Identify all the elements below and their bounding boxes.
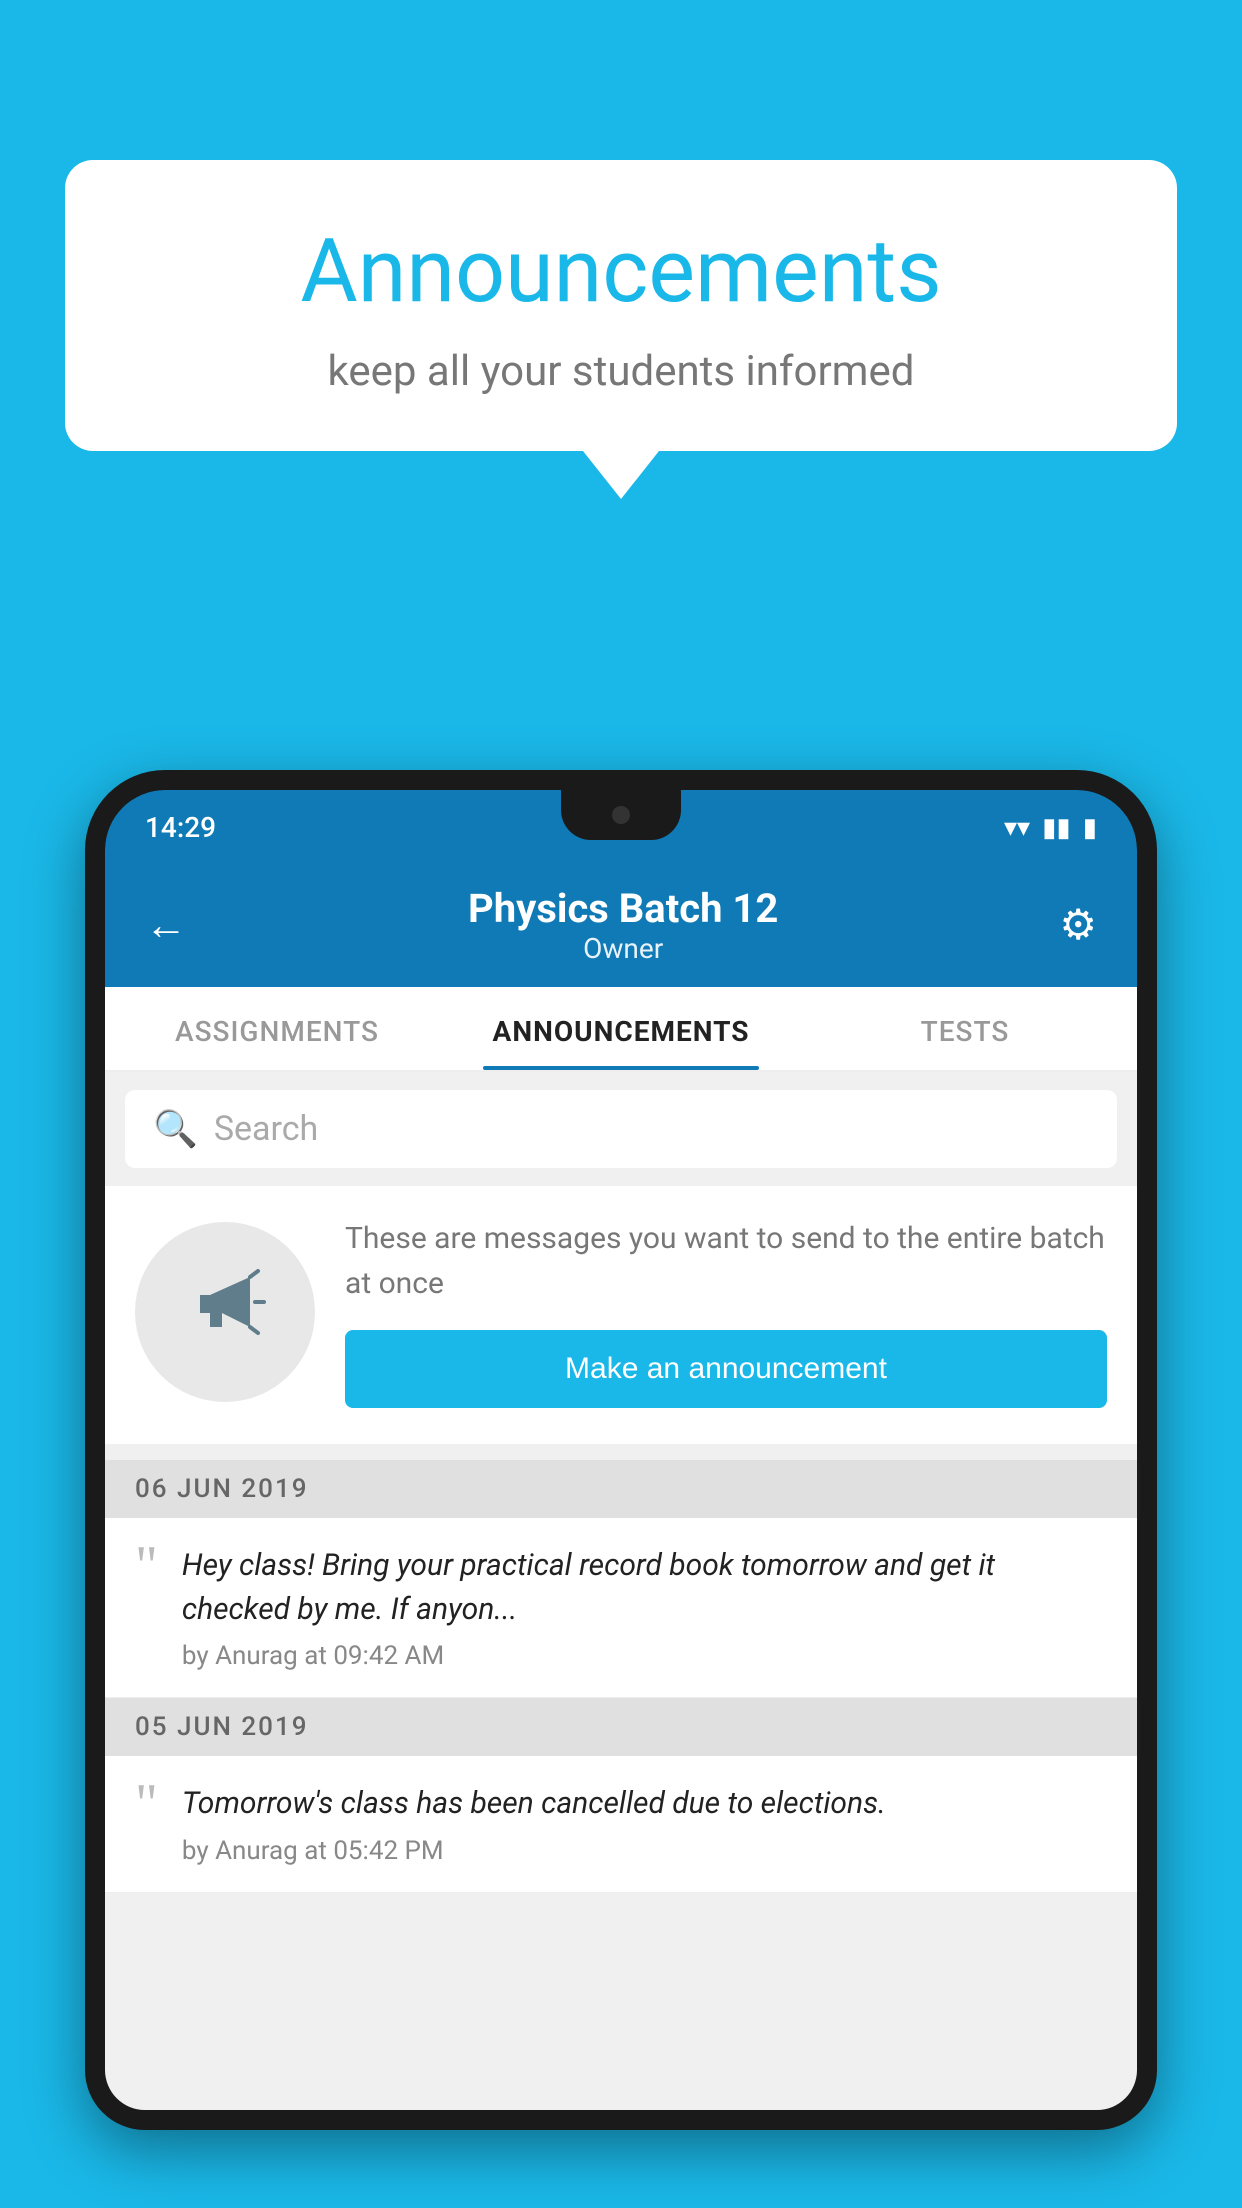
tab-assignments[interactable]: ASSIGNMENTS bbox=[105, 987, 449, 1070]
speech-bubble-arrow bbox=[583, 451, 659, 499]
status-bar: 14:29 ▾▾ ▮▮ ▮ bbox=[105, 790, 1137, 865]
back-button[interactable]: ← bbox=[145, 901, 187, 950]
speech-bubble-subtitle: keep all your students informed bbox=[145, 347, 1097, 396]
tab-tests[interactable]: TESTS bbox=[793, 987, 1137, 1070]
wifi-icon: ▾▾ bbox=[1004, 813, 1030, 843]
promo-right: These are messages you want to send to t… bbox=[345, 1216, 1107, 1408]
status-time: 14:29 bbox=[145, 811, 216, 844]
signal-icon: ▮▮ bbox=[1042, 813, 1071, 843]
screen-content: 🔍 Search bbox=[105, 1072, 1137, 2110]
phone-wrapper: 14:29 ▾▾ ▮▮ ▮ ← Physics Batch 12 Owner ⚙ bbox=[85, 770, 1157, 2208]
announcement-meta-1: by Anurag at 09:42 AM bbox=[182, 1641, 1107, 1671]
promo-card: These are messages you want to send to t… bbox=[105, 1186, 1137, 1444]
announcement-text-1: Hey class! Bring your practical record b… bbox=[182, 1544, 1107, 1631]
header-center: Physics Batch 12 Owner bbox=[468, 885, 778, 965]
announcement-content-1: Hey class! Bring your practical record b… bbox=[182, 1544, 1107, 1671]
announcement-meta-2: by Anurag at 05:42 PM bbox=[182, 1836, 886, 1866]
announcement-text-2: Tomorrow's class has been cancelled due … bbox=[182, 1782, 886, 1826]
megaphone-icon bbox=[180, 1257, 270, 1367]
speech-bubble-title: Announcements bbox=[145, 220, 1097, 323]
battery-icon: ▮ bbox=[1083, 813, 1097, 843]
make-announcement-button[interactable]: Make an announcement bbox=[345, 1330, 1107, 1408]
speech-bubble-container: Announcements keep all your students inf… bbox=[65, 160, 1177, 499]
search-bar[interactable]: 🔍 Search bbox=[125, 1090, 1117, 1168]
header-subtitle: Owner bbox=[468, 932, 778, 965]
announcement-item-1[interactable]: " Hey class! Bring your practical record… bbox=[105, 1518, 1137, 1698]
quote-icon-2: " bbox=[135, 1772, 158, 1836]
camera bbox=[612, 806, 630, 824]
quote-icon-1: " bbox=[135, 1534, 158, 1598]
date-separator-2: 05 JUN 2019 bbox=[105, 1698, 1137, 1756]
settings-icon[interactable]: ⚙ bbox=[1059, 900, 1097, 950]
search-icon: 🔍 bbox=[153, 1108, 198, 1150]
announcement-item-2[interactable]: " Tomorrow's class has been cancelled du… bbox=[105, 1756, 1137, 1893]
app-header: ← Physics Batch 12 Owner ⚙ bbox=[105, 865, 1137, 987]
tabs-bar: ASSIGNMENTS ANNOUNCEMENTS TESTS bbox=[105, 987, 1137, 1072]
phone-inner: 14:29 ▾▾ ▮▮ ▮ ← Physics Batch 12 Owner ⚙ bbox=[105, 790, 1137, 2110]
header-title: Physics Batch 12 bbox=[468, 885, 778, 932]
speech-bubble: Announcements keep all your students inf… bbox=[65, 160, 1177, 451]
tab-announcements[interactable]: ANNOUNCEMENTS bbox=[449, 987, 793, 1070]
search-placeholder: Search bbox=[214, 1109, 318, 1149]
promo-icon-circle bbox=[135, 1222, 315, 1402]
notch bbox=[561, 790, 681, 840]
phone-frame: 14:29 ▾▾ ▮▮ ▮ ← Physics Batch 12 Owner ⚙ bbox=[85, 770, 1157, 2130]
status-icons: ▾▾ ▮▮ ▮ bbox=[1004, 813, 1097, 843]
announcement-content-2: Tomorrow's class has been cancelled due … bbox=[182, 1782, 886, 1866]
promo-description: These are messages you want to send to t… bbox=[345, 1216, 1107, 1306]
date-separator-1: 06 JUN 2019 bbox=[105, 1460, 1137, 1518]
